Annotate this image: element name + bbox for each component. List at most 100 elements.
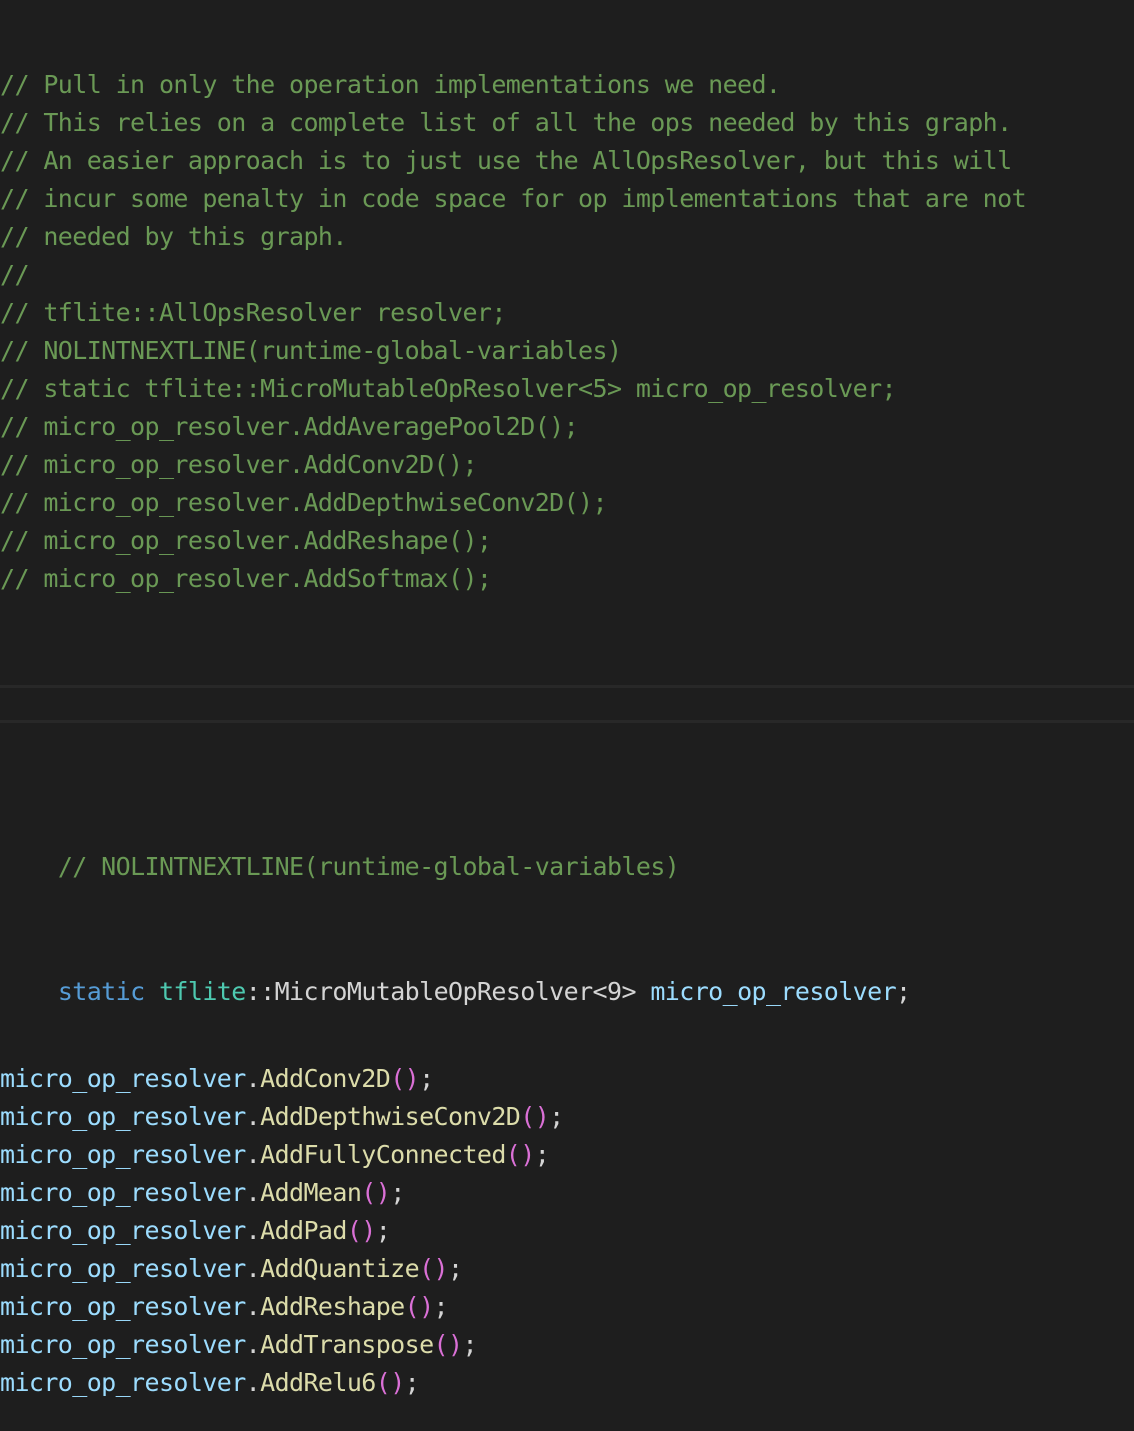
code-line-method-call[interactable]: micro_op_resolver.AddFullyConnected();: [0, 1136, 1134, 1174]
object-name: micro_op_resolver: [0, 1140, 246, 1169]
member-dot: .: [245, 1292, 261, 1321]
comment-text: // tflite::AllOpsResolver resolver;: [0, 298, 506, 327]
open-paren: (: [419, 1254, 434, 1283]
code-line-method-call[interactable]: micro_op_resolver.AddConv2D();: [0, 1060, 1134, 1098]
object-name: micro_op_resolver: [0, 1178, 246, 1207]
code-line-comment[interactable]: // An easier approach is to just use the…: [0, 142, 1134, 180]
code-line-method-call[interactable]: micro_op_resolver.AddPad();: [0, 1212, 1134, 1250]
semicolon: ;: [375, 1216, 391, 1245]
close-paren: ): [404, 1064, 420, 1093]
comment-text: // micro_op_resolver.AddReshape();: [0, 526, 492, 555]
comment-text: // micro_op_resolver.AddConv2D();: [0, 450, 478, 479]
code-line-comment[interactable]: // needed by this graph.: [0, 218, 1134, 256]
code-line-static-decl[interactable]: static tflite::MicroMutableOpResolver<9>…: [0, 935, 1134, 1006]
method-name: AddRelu6: [260, 1368, 376, 1397]
close-paren: ): [390, 1368, 405, 1397]
method-name: AddConv2D: [260, 1064, 391, 1093]
semicolon: ;: [448, 1254, 463, 1283]
comment-text: // needed by this graph.: [0, 222, 347, 251]
method-name: AddTranspose: [260, 1330, 434, 1359]
member-dot: .: [245, 1140, 261, 1169]
close-paren: ): [520, 1140, 535, 1169]
close-paren: ): [448, 1330, 463, 1359]
object-name: micro_op_resolver: [0, 1368, 246, 1397]
comment-block: // Pull in only the operation implementa…: [0, 66, 1134, 598]
code-line-comment[interactable]: //: [0, 256, 1134, 294]
member-dot: .: [245, 1330, 261, 1359]
code-editor[interactable]: // Pull in only the operation implementa…: [0, 8, 1134, 1431]
comment-text: // micro_op_resolver.AddAveragePool2D();: [0, 412, 579, 441]
semicolon: ;: [462, 1330, 477, 1359]
semicolon: ;: [419, 1064, 434, 1093]
object-name: micro_op_resolver: [0, 1292, 246, 1321]
semicolon: ;: [433, 1292, 449, 1321]
open-paren: (: [390, 1064, 405, 1093]
code-line-method-call[interactable]: micro_op_resolver.AddRelu6();: [0, 1364, 1134, 1402]
semicolon: ;: [549, 1102, 564, 1131]
comment-text: // micro_op_resolver.AddSoftmax();: [0, 564, 492, 593]
code-line-comment[interactable]: // micro_op_resolver.AddDepthwiseConv2D(…: [0, 484, 1134, 522]
method-calls-block: micro_op_resolver.AddConv2D(); micro_op_r…: [0, 1060, 1134, 1402]
code-line-method-call[interactable]: micro_op_resolver.AddTranspose();: [0, 1326, 1134, 1364]
open-paren: (: [361, 1178, 376, 1207]
semicolon: ;: [534, 1140, 550, 1169]
code-line-comment[interactable]: // micro_op_resolver.AddSoftmax();: [0, 560, 1134, 598]
code-line-comment[interactable]: // static tflite::MicroMutableOpResolver…: [0, 370, 1134, 408]
member-dot: .: [245, 1216, 261, 1245]
code-line-method-call[interactable]: micro_op_resolver.AddDepthwiseConv2D();: [0, 1098, 1134, 1136]
member-dot: .: [245, 1178, 261, 1207]
open-paren: (: [404, 1292, 420, 1321]
method-name: AddDepthwiseConv2D: [260, 1102, 521, 1131]
code-line-method-call[interactable]: micro_op_resolver.AddReshape();: [0, 1288, 1134, 1326]
code-line-comment[interactable]: // micro_op_resolver.AddAveragePool2D();: [0, 408, 1134, 446]
code-line-nolint[interactable]: // NOLINTNEXTLINE(runtime-global-variabl…: [0, 810, 1134, 881]
object-name: micro_op_resolver: [0, 1102, 246, 1131]
method-name: AddQuantize: [260, 1254, 420, 1283]
code-line-comment[interactable]: // incur some penalty in code space for …: [0, 180, 1134, 218]
object-name: micro_op_resolver: [0, 1064, 246, 1093]
member-dot: .: [245, 1064, 261, 1093]
code-line-comment[interactable]: // micro_op_resolver.AddReshape();: [0, 522, 1134, 560]
blank-line-current[interactable]: [0, 685, 1134, 723]
code-line-comment[interactable]: // Pull in only the operation implementa…: [0, 66, 1134, 104]
close-paren: ): [361, 1216, 376, 1245]
close-paren: ): [419, 1292, 434, 1321]
semicolon: ;: [390, 1178, 405, 1207]
object-name: micro_op_resolver: [0, 1330, 246, 1359]
comment-text: // This relies on a complete list of all…: [0, 108, 1012, 137]
variable-name: micro_op_resolver: [635, 977, 897, 1006]
type-name: MicroMutableOpResolver<9>: [274, 977, 637, 1006]
method-name: AddMean: [260, 1178, 362, 1207]
comment-text: // NOLINTNEXTLINE(runtime-global-variabl…: [57, 852, 680, 881]
comment-text: // An easier approach is to just use the…: [0, 146, 1012, 175]
keyword-static: static: [57, 977, 145, 1006]
code-line-comment[interactable]: // micro_op_resolver.AddConv2D();: [0, 446, 1134, 484]
comment-text: // Pull in only the operation implementa…: [0, 70, 781, 99]
open-paren: (: [375, 1368, 391, 1397]
code-line-method-call[interactable]: micro_op_resolver.AddMean();: [0, 1174, 1134, 1212]
comment-text: // micro_op_resolver.AddDepthwiseConv2D(…: [0, 488, 608, 517]
comment-text: // static tflite::MicroMutableOpResolver…: [0, 374, 897, 403]
semicolon: ;: [404, 1368, 420, 1397]
open-paren: (: [433, 1330, 449, 1359]
code-line-comment[interactable]: // NOLINTNEXTLINE(runtime-global-variabl…: [0, 332, 1134, 370]
comment-text: //: [0, 260, 30, 289]
close-paren: ): [534, 1102, 550, 1131]
member-dot: .: [245, 1102, 261, 1131]
close-paren: ): [375, 1178, 391, 1207]
code-line-comment[interactable]: // This relies on a complete list of all…: [0, 104, 1134, 142]
method-name: AddReshape: [260, 1292, 405, 1321]
method-name: AddPad: [260, 1216, 347, 1245]
namespace-tflite: tflite: [158, 977, 246, 1006]
open-paren: (: [505, 1140, 521, 1169]
open-paren: (: [520, 1102, 535, 1131]
comment-text: // NOLINTNEXTLINE(runtime-global-variabl…: [0, 336, 622, 365]
member-dot: .: [245, 1254, 261, 1283]
code-line-comment[interactable]: // tflite::AllOpsResolver resolver;: [0, 294, 1134, 332]
scope-separator: ::: [245, 977, 276, 1006]
semicolon: ;: [896, 977, 911, 1006]
comment-text: // incur some penalty in code space for …: [0, 184, 1027, 213]
member-dot: .: [245, 1368, 261, 1397]
object-name: micro_op_resolver: [0, 1254, 246, 1283]
code-line-method-call[interactable]: micro_op_resolver.AddQuantize();: [0, 1250, 1134, 1288]
